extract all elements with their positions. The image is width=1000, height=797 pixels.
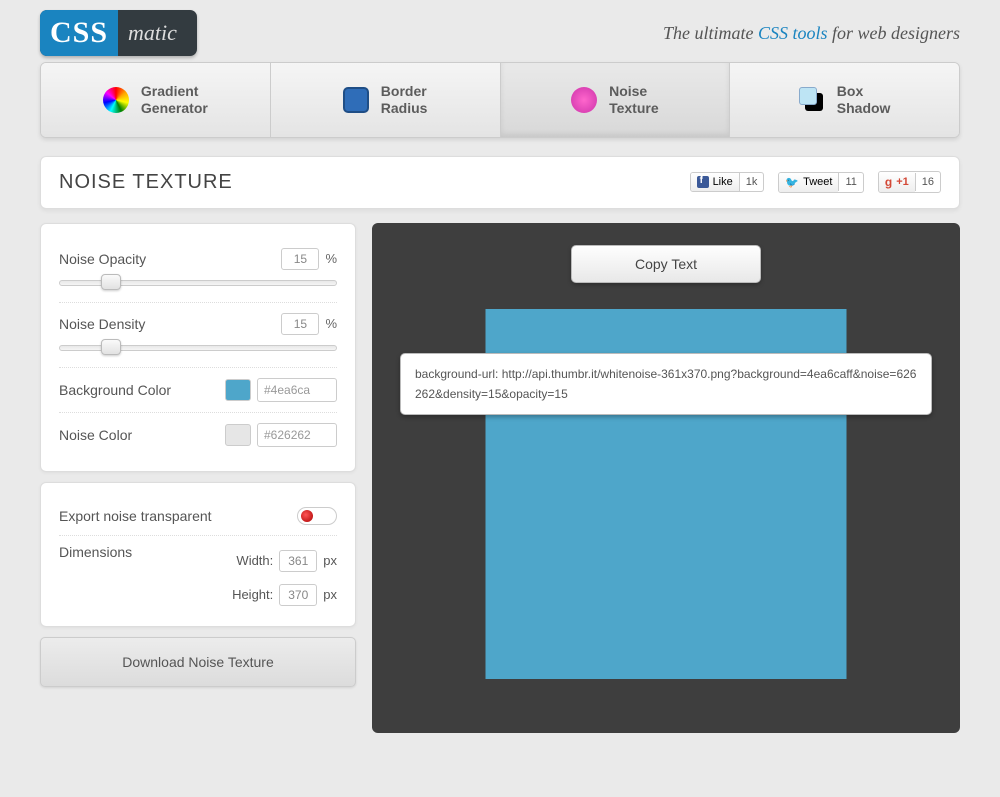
width-input[interactable] — [279, 550, 317, 572]
noisecolor-label: Noise Color — [59, 427, 132, 443]
dimensions-label: Dimensions — [59, 544, 132, 560]
bgcolor-swatch[interactable] — [225, 379, 251, 401]
twitter-icon: 🐦 — [785, 176, 799, 189]
opacity-unit: % — [325, 251, 337, 266]
tw-count: 11 — [838, 173, 862, 191]
toggle-dot-icon — [301, 510, 313, 522]
height-label: Height: — [232, 587, 273, 602]
twitter-tweet-button[interactable]: 🐦 Tweet 11 — [778, 172, 863, 193]
download-label: Download Noise Texture — [122, 654, 274, 670]
facebook-like-button[interactable]: Like 1k — [690, 172, 765, 192]
tab-border-radius[interactable]: Border Radius — [271, 63, 501, 137]
opacity-input[interactable] — [281, 248, 319, 270]
facebook-icon — [697, 176, 709, 188]
tab-label: Noise Texture — [609, 83, 659, 117]
tab-label: Box Shadow — [837, 83, 891, 117]
tagline-accent: CSS tools — [758, 23, 828, 43]
noise-controls-panel: Noise Opacity % Noise Density % — [40, 223, 356, 472]
color-wheel-icon — [103, 87, 129, 113]
bgcolor-input[interactable] — [257, 378, 337, 402]
slider-thumb[interactable] — [101, 274, 121, 290]
width-label: Width: — [236, 553, 273, 568]
density-label: Noise Density — [59, 316, 145, 332]
noise-icon — [571, 87, 597, 113]
height-unit: px — [323, 587, 337, 602]
tabs: Gradient Generator Border Radius Noise T… — [40, 62, 960, 138]
copy-label: Copy Text — [635, 256, 697, 272]
tab-noise-texture[interactable]: Noise Texture — [501, 63, 731, 137]
logo-matic: matic — [118, 14, 187, 52]
opacity-slider[interactable] — [59, 274, 337, 290]
height-input[interactable] — [279, 584, 317, 606]
tagline: The ultimate CSS tools for web designers — [663, 23, 960, 44]
copy-text-button[interactable]: Copy Text — [571, 245, 761, 283]
opacity-label: Noise Opacity — [59, 251, 146, 267]
download-button[interactable]: Download Noise Texture — [40, 637, 356, 687]
noisecolor-input[interactable] — [257, 423, 337, 447]
code-output[interactable]: background-url: http://api.thumbr.it/whi… — [400, 353, 932, 416]
tab-box-shadow[interactable]: Box Shadow — [730, 63, 959, 137]
logo-css: CSS — [40, 10, 118, 56]
google-plus-icon: g — [885, 175, 892, 189]
box-shadow-icon — [799, 87, 825, 113]
tab-label: Border Radius — [381, 83, 428, 117]
preview-area: Copy Text background-url: http://api.thu… — [372, 223, 960, 733]
tw-label: Tweet — [803, 176, 832, 188]
logo[interactable]: CSS matic — [40, 10, 197, 56]
density-unit: % — [325, 316, 337, 331]
export-panel: Export noise transparent Dimensions Widt… — [40, 482, 356, 627]
noisecolor-swatch[interactable] — [225, 424, 251, 446]
social-buttons: Like 1k 🐦 Tweet 11 g +1 16 — [690, 171, 941, 193]
border-radius-icon — [343, 87, 369, 113]
density-slider[interactable] — [59, 339, 337, 355]
fb-count: 1k — [739, 173, 764, 191]
width-unit: px — [323, 553, 337, 568]
fb-label: Like — [713, 176, 733, 188]
gp-label: +1 — [896, 176, 909, 188]
density-input[interactable] — [281, 313, 319, 335]
tab-gradient[interactable]: Gradient Generator — [41, 63, 271, 137]
tagline-post: for web designers — [828, 23, 961, 43]
google-plus-button[interactable]: g +1 16 — [878, 171, 941, 193]
tab-label: Gradient Generator — [141, 83, 208, 117]
gp-count: 16 — [915, 173, 940, 191]
page-title: NOISE TEXTURE — [59, 171, 233, 194]
slider-thumb[interactable] — [101, 339, 121, 355]
bgcolor-label: Background Color — [59, 382, 171, 398]
tagline-pre: The ultimate — [663, 23, 758, 43]
export-transparent-toggle[interactable] — [297, 507, 337, 525]
export-transparent-label: Export noise transparent — [59, 508, 212, 524]
